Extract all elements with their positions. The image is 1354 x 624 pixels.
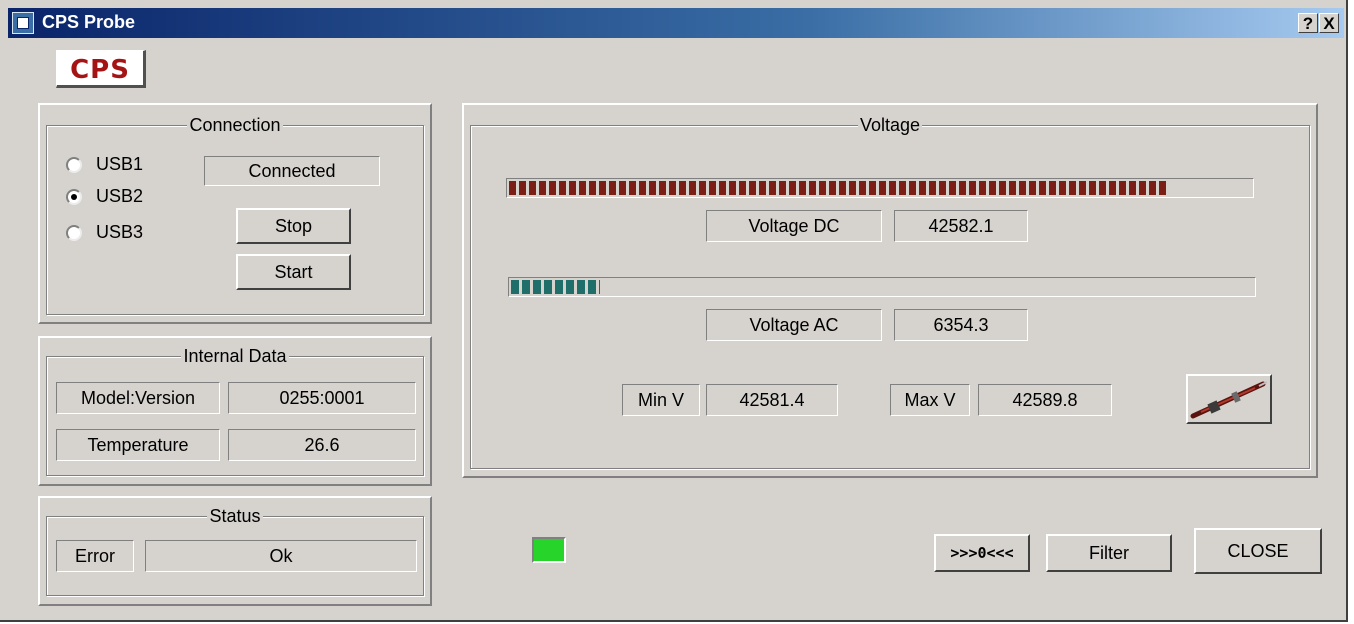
voltage-ac-bar	[508, 277, 1256, 297]
voltage-title: Voltage	[857, 115, 923, 135]
max-v-label: Max V	[890, 384, 970, 416]
window-close-button[interactable]: X	[1319, 13, 1339, 33]
filter-button[interactable]: Filter	[1046, 534, 1172, 572]
internal-data-title: Internal Data	[181, 346, 289, 366]
connection-title: Connection	[187, 115, 283, 135]
usb3-label: USB3	[96, 222, 144, 242]
usb1-radio-circle[interactable]	[66, 157, 82, 173]
temperature-value: 26.6	[228, 429, 416, 461]
voltage-ac-value: 6354.3	[894, 309, 1028, 341]
voltage-dc-value: 42582.1	[894, 210, 1028, 242]
model-version-label: Model:Version	[56, 382, 220, 414]
close-button[interactable]: CLOSE	[1194, 528, 1322, 574]
voltage-group: Voltage	[470, 115, 1310, 469]
error-value: Ok	[145, 540, 417, 572]
stop-button[interactable]: Stop	[236, 208, 351, 244]
app-window: CPS Probe ? X CPS Connection USB1 USB2 U…	[0, 0, 1348, 622]
model-version-value: 0255:0001	[228, 382, 416, 414]
voltage-dc-fill	[509, 181, 1169, 195]
voltage-ac-label: Voltage AC	[706, 309, 882, 341]
app-icon	[12, 12, 34, 34]
title-bar[interactable]: CPS Probe ? X	[8, 8, 1344, 38]
usb1-label: USB1	[96, 154, 144, 174]
status-title: Status	[207, 506, 263, 526]
probe-button[interactable]	[1186, 374, 1272, 424]
min-v-value: 42581.4	[706, 384, 838, 416]
voltage-dc-label: Voltage DC	[706, 210, 882, 242]
status-led	[532, 537, 566, 563]
zero-button[interactable]: >>>0<<<	[934, 534, 1030, 572]
max-v-value: 42589.8	[978, 384, 1112, 416]
usb3-radio-circle[interactable]	[66, 225, 82, 241]
voltage-dc-bar	[506, 178, 1254, 198]
voltage-ac-fill	[511, 280, 600, 294]
usb2-label: USB2	[96, 186, 144, 206]
start-button[interactable]: Start	[236, 254, 351, 290]
usb2-radio-circle[interactable]	[66, 189, 82, 205]
cps-logo: CPS	[56, 50, 146, 88]
error-label: Error	[56, 540, 134, 572]
temperature-label: Temperature	[56, 429, 220, 461]
connection-status: Connected	[204, 156, 380, 186]
min-v-label: Min V	[622, 384, 700, 416]
help-button[interactable]: ?	[1298, 13, 1318, 33]
window-title: CPS Probe	[42, 12, 136, 32]
probe-icon	[1190, 381, 1268, 419]
connection-panel: Connection	[38, 103, 432, 324]
